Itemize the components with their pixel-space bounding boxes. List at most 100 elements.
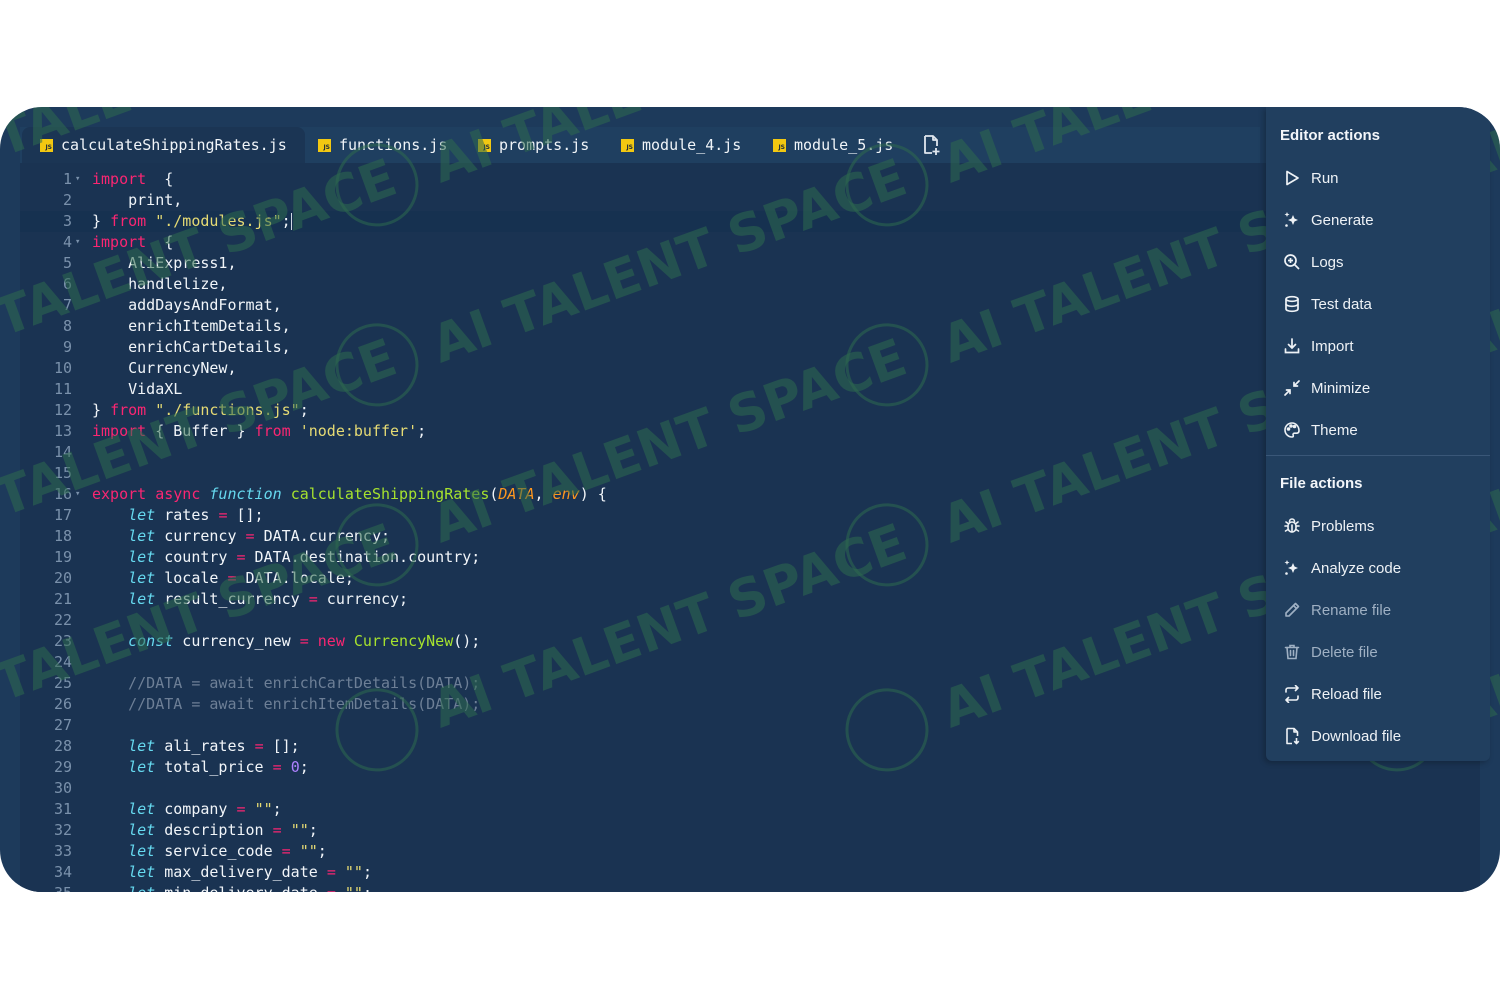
problems-label: Problems [1311, 517, 1375, 535]
code-line[interactable]: 3 } from "./modules.js"; [20, 211, 1480, 232]
js-file-icon: JS [478, 138, 491, 152]
generate-button[interactable]: Generate [1266, 200, 1490, 240]
code-line[interactable]: 7 addDaysAndFormat, [20, 295, 1480, 316]
code-line[interactable]: 10 CurrencyNew, [20, 358, 1480, 379]
code-line[interactable]: 8 enrichItemDetails, [20, 316, 1480, 337]
code-line[interactable]: 17 let rates = []; [20, 505, 1480, 526]
code-line[interactable]: 18 let currency = DATA.currency; [20, 526, 1480, 547]
code-line[interactable]: 16 ▾ export async function calculateShippi… [20, 484, 1480, 505]
database-icon [1283, 295, 1301, 313]
line-number: 7 [62, 296, 72, 314]
bug-icon [1283, 517, 1301, 535]
code-text: enrichItemDetails, [92, 317, 291, 335]
delete-file-label: Delete file [1311, 643, 1378, 661]
code-line[interactable]: 31 let company = ""; [20, 799, 1480, 820]
logs-button[interactable]: Logs [1266, 242, 1490, 282]
js-file-icon: JS [318, 138, 331, 152]
fold-arrow-icon[interactable]: ▾ [75, 232, 80, 253]
delete-file-button[interactable]: Delete file [1266, 632, 1490, 672]
generate-label: Generate [1311, 211, 1374, 229]
line-number: 3 [62, 212, 72, 230]
code-text: let locale = DATA.locale; [128, 569, 354, 587]
code-line[interactable]: 24 [20, 652, 1480, 673]
code-line[interactable]: 12} from "./functions.js"; [20, 400, 1480, 421]
test-data-button[interactable]: Test data [1266, 284, 1490, 324]
file-actions-title: File actions [1280, 475, 1363, 492]
code-line[interactable]: 25 //DATA = await enrichCartDetails(DATA… [20, 673, 1480, 694]
download-file-label: Download file [1311, 727, 1402, 745]
code-line[interactable]: 14 [20, 442, 1480, 463]
code-line[interactable]: 33 let service_code = ""; [20, 841, 1480, 862]
code-line[interactable]: 5 AliExpress1, [20, 253, 1480, 274]
line-number: 12 [53, 401, 72, 419]
code-line[interactable]: 13 import { Buffer } from 'node:buffer'; [20, 421, 1480, 442]
minimize-arrows-icon [1283, 379, 1301, 397]
code-text: let company = ""; [128, 800, 282, 818]
line-number: 35 [20, 883, 72, 892]
tab-module-4[interactable]: JS module_4.js [603, 127, 759, 163]
reload-file-button[interactable]: Reload file [1266, 674, 1490, 714]
editor-actions-title: Editor actions [1280, 127, 1381, 144]
run-label: Run [1311, 169, 1339, 187]
theme-button[interactable]: Theme [1266, 410, 1490, 450]
code-text: let rates = []; [128, 506, 264, 524]
palette-icon [1283, 421, 1301, 439]
line-number: 33 [53, 842, 72, 860]
code-text: let min_delivery_date = ""; [92, 883, 372, 892]
code-line[interactable]: 19 let country = DATA.destination.countr… [20, 547, 1480, 568]
code-line[interactable]: 1 ▾ import { [20, 169, 1480, 190]
code-line[interactable]: 4 ▾ import { [20, 232, 1480, 253]
code-line[interactable]: 21 let result_currency = currency; [20, 589, 1480, 610]
line-number: 31 [53, 800, 72, 818]
code-line[interactable]: 22 [20, 610, 1480, 631]
tab-functions[interactable]: JS functions.js [300, 127, 465, 163]
rename-file-button[interactable]: Rename file [1266, 590, 1490, 630]
code-line[interactable]: 26 //DATA = await enrichItemDetails(DATA… [20, 694, 1480, 715]
code-line[interactable]: 23 const currency_new = new CurrencyNew(… [20, 631, 1480, 652]
fold-arrow-icon[interactable]: ▾ [75, 169, 80, 190]
code-text: handlelize, [92, 275, 228, 293]
code-line[interactable]: 34 let max_delivery_date = ""; [20, 862, 1480, 883]
code-line[interactable]: 29 let total_price = 0; [20, 757, 1480, 778]
code-line[interactable]: 28 let ali_rates = []; [20, 736, 1480, 757]
line-number: 8 [62, 317, 72, 335]
new-file-icon[interactable] [920, 134, 942, 156]
code-line[interactable]: 9 enrichCartDetails, [20, 337, 1480, 358]
code-line[interactable]: 2 print, [20, 190, 1480, 211]
line-number: 27 [53, 716, 72, 734]
code-line[interactable]: 15 [20, 463, 1480, 484]
code-line[interactable]: 20 let locale = DATA.locale; [20, 568, 1480, 589]
sparkle-icon [1283, 211, 1301, 229]
line-number: 21 [53, 590, 72, 608]
code-editor[interactable]: 1 ▾ import {2 print, 3 } from "./modules.js"… [20, 163, 1480, 892]
line-number: 19 [53, 548, 72, 566]
sparkle-icon [1283, 559, 1301, 577]
download-file-button[interactable]: Download file [1266, 716, 1490, 756]
tab-module-5[interactable]: JS module_5.js [755, 127, 911, 163]
code-line[interactable]: 32 let description = ""; [20, 820, 1480, 841]
code-line[interactable]: 30 [20, 778, 1480, 799]
line-number: 17 [53, 506, 72, 524]
line-number: 23 [53, 632, 72, 650]
line-number: 30 [53, 779, 72, 797]
code-text: CurrencyNew, [92, 359, 237, 377]
minimize-label: Minimize [1311, 379, 1371, 397]
tab-prompts[interactable]: JS prompts.js [460, 127, 607, 163]
code-text: } from "./modules.js"; [92, 212, 292, 230]
reload-file-label: Reload file [1311, 685, 1382, 703]
tab-calculateShippingRates[interactable]: JS calculateShippingRates.js [22, 127, 305, 163]
text-cursor [290, 213, 292, 230]
code-line[interactable]: 6 handlelize, [20, 274, 1480, 295]
download-arrow-icon [1283, 337, 1301, 355]
line-number: 14 [53, 443, 72, 461]
code-line[interactable]: 27 [20, 715, 1480, 736]
fold-arrow-icon[interactable]: ▾ [75, 484, 80, 505]
line-number: 9 [62, 338, 72, 356]
run-button[interactable]: Run [1266, 158, 1490, 198]
minimize-button[interactable]: Minimize [1266, 368, 1490, 408]
problems-button[interactable]: Problems [1266, 506, 1490, 546]
analyze-code-button[interactable]: Analyze code [1266, 548, 1490, 588]
import-button[interactable]: Import [1266, 326, 1490, 366]
code-line[interactable]: 11 VidaXL [20, 379, 1480, 400]
code-line[interactable]: 35 let min_delivery_date = ""; [20, 883, 1480, 892]
